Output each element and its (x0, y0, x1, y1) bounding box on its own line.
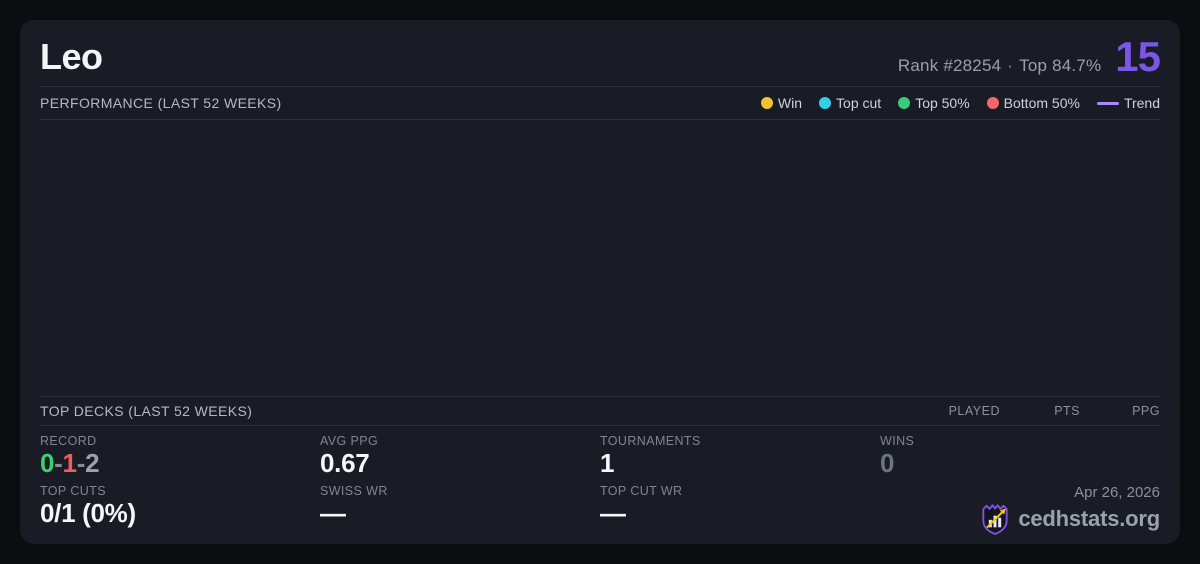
legend-label: Top 50% (915, 95, 970, 111)
top-decks-columns: PLAYED PTS PPG (920, 404, 1160, 418)
legend-item-top-cut: Top cut (819, 95, 881, 111)
stat-label: TOP CUT WR (600, 484, 683, 498)
card-header: Leo Rank #28254 · Top 84.7% 15 (40, 33, 1161, 86)
stat-record: RECORD 0-1-2 (40, 434, 320, 479)
record-separator: - (54, 448, 63, 479)
performance-header: PERFORMANCE (LAST 52 WEEKS) Win Top cut … (40, 87, 1160, 119)
record-losses: 1 (62, 448, 77, 479)
legend-label: Trend (1123, 95, 1160, 111)
page: { "card": { "title": "Leo", "rank_text":… (0, 0, 1200, 564)
legend-label: Top cut (836, 95, 882, 111)
column-played: PLAYED (948, 404, 1000, 419)
player-name: Leo (40, 36, 103, 78)
top-decks-heading: TOP DECKS (LAST 52 WEEKS) (40, 403, 253, 420)
stat-top-cut-wr: TOP CUT WR — (600, 484, 880, 536)
column-ppg: PPG (1132, 404, 1160, 419)
legend-item-top-50: Top 50% (898, 95, 970, 111)
avg-ppg-value: 0.67 (320, 448, 370, 479)
record-draws: 2 (85, 448, 100, 479)
stat-label: TOURNAMENTS (600, 434, 701, 449)
site-name: cedhstats.org (1018, 506, 1160, 531)
export-date: Apr 26, 2026 (1074, 484, 1160, 501)
rank-text: Rank #28254 · Top 84.7% (898, 56, 1101, 76)
record-value: 0-1-2 (40, 448, 320, 479)
stat-top-cuts: TOP CUTS 0/1 (0%) (40, 484, 320, 536)
legend-item-win: Win (760, 95, 803, 111)
stat-label: TOP CUTS (40, 484, 106, 498)
tournaments-value: 1 (600, 448, 615, 479)
top-cuts-value: 0/1 (0%) (40, 498, 136, 528)
stat-swiss-wr: SWISS WR — (320, 484, 600, 536)
trend-line-icon (1096, 101, 1119, 105)
swiss-wr-value: — (320, 498, 346, 528)
stat-label: AVG PPG (320, 434, 379, 449)
stat-label: RECORD (40, 434, 97, 449)
bottom-50-dot-icon (986, 97, 999, 109)
legend-label: Win (777, 95, 803, 111)
rank-separator: · (1007, 56, 1014, 75)
brand: cedhstats.org (980, 502, 1160, 536)
stat-tournaments: TOURNAMENTS 1 (600, 434, 880, 479)
top-cut-wr-value: — (600, 498, 626, 528)
legend-label: Bottom 50% (1003, 95, 1080, 111)
player-stats-card: Leo Rank #28254 · Top 84.7% 15 PERFORMANCE… (20, 20, 1180, 544)
top-percent: Top 84.7% (1019, 56, 1102, 75)
column-pts: PTS (1054, 404, 1080, 419)
top-decks-header: TOP DECKS (LAST 52 WEEKS) PLAYED PTS PPG (40, 397, 1160, 425)
performance-chart (40, 120, 1160, 396)
rank-block: Rank #28254 · Top 84.7% 15 (898, 33, 1161, 80)
legend-item-trend: Trend (1096, 95, 1160, 111)
top-cut-dot-icon (819, 97, 832, 109)
stat-wins: WINS 0 (880, 434, 1160, 479)
wins-value: 0 (880, 448, 895, 479)
footer: Apr 26, 2026 cedhstats.org (880, 484, 1160, 536)
top-50-dot-icon (898, 97, 911, 109)
stat-label: SWISS WR (320, 484, 388, 498)
chart-legend: Win Top cut Top 50% Bottom 50% Trend (760, 95, 1160, 111)
stat-label: WINS (880, 434, 915, 449)
stat-avg-ppg: AVG PPG 0.67 (320, 434, 600, 479)
stats-grid: RECORD 0-1-2 AVG PPG 0.67 TOURNAMENTS 1 … (40, 426, 1160, 538)
win-dot-icon (760, 97, 773, 109)
record-wins: 0 (40, 448, 55, 479)
legend-item-bottom-50: Bottom 50% (986, 95, 1080, 111)
cedhstats-logo-icon (982, 504, 1008, 535)
score-value: 15 (1115, 33, 1161, 80)
rank-number: Rank #28254 (897, 56, 1002, 75)
record-separator: - (76, 448, 86, 479)
performance-heading: PERFORMANCE (LAST 52 WEEKS) (40, 95, 282, 111)
